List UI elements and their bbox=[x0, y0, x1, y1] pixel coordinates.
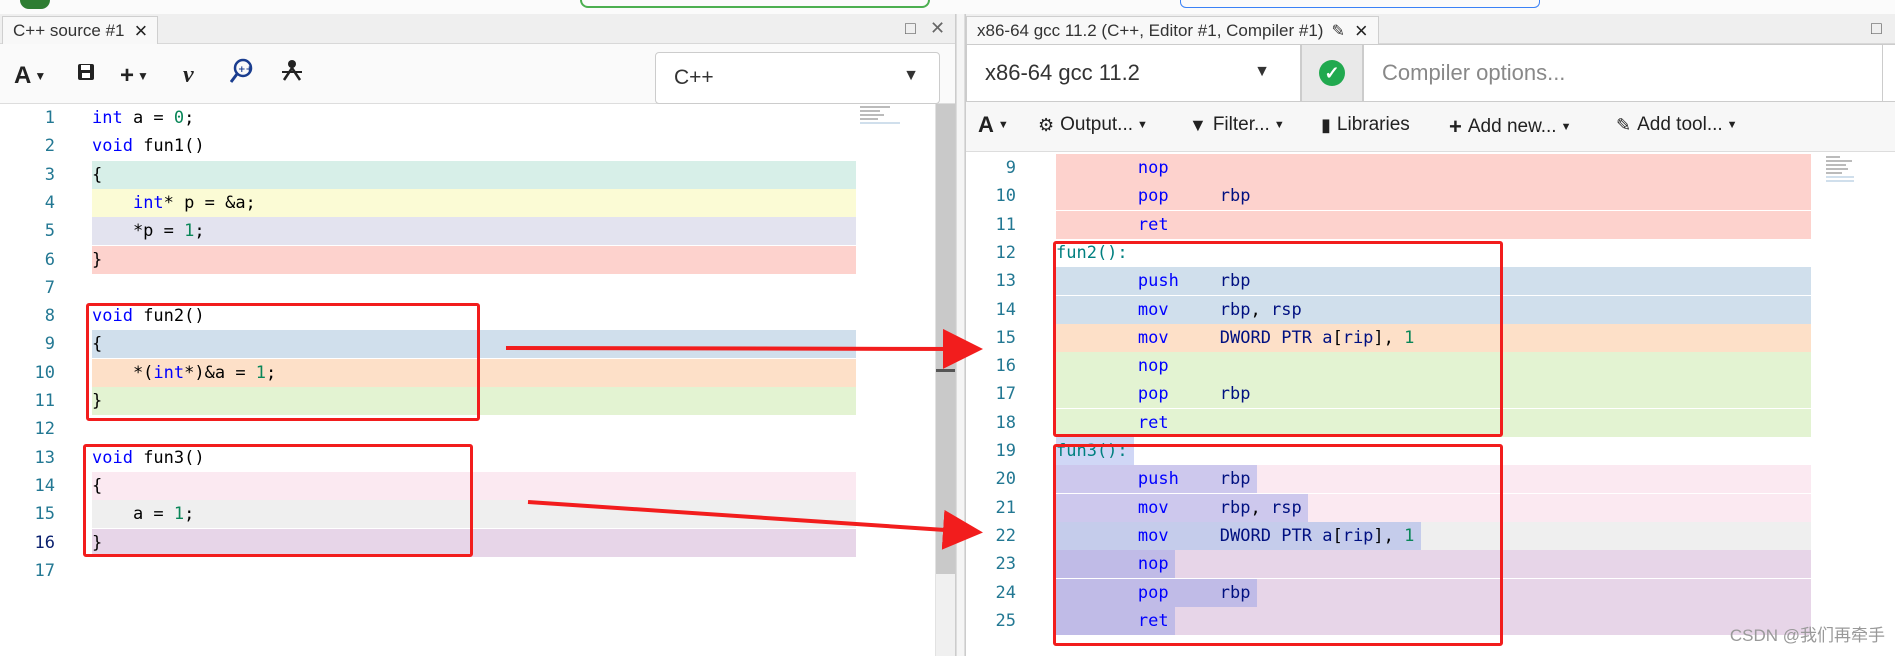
annotation-box-fun2-source bbox=[86, 303, 480, 421]
annotation-box-fun3-asm bbox=[1053, 444, 1503, 646]
arrow-fun2 bbox=[505, 328, 983, 369]
compiler-explorer-window: C++ source #1 × □ ✕ A ▼ + ▼ v ++ C++ ▼ 1… bbox=[0, 0, 1895, 656]
arrow-fun3 bbox=[527, 500, 983, 550]
watermark: CSDN @我们再牵手 bbox=[1729, 626, 1885, 645]
annotation-box-fun3-source bbox=[83, 444, 473, 557]
annotation-box-fun2-asm bbox=[1053, 241, 1503, 437]
